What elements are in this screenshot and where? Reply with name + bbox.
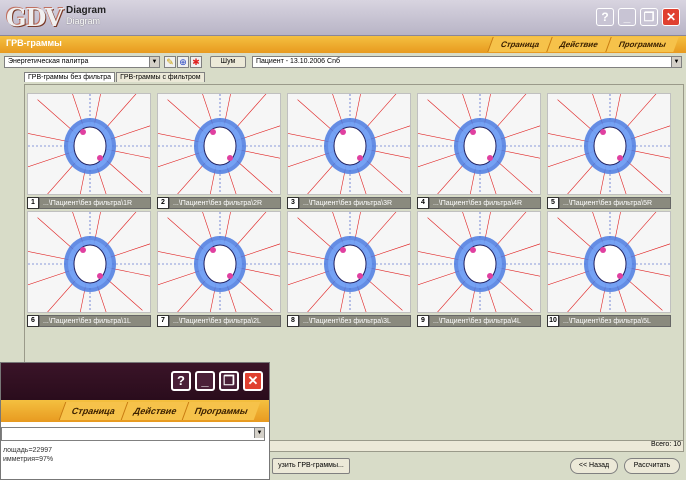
- grv-gram-cell[interactable]: 4 ...\Пациент\без фильтра\4R: [417, 93, 541, 211]
- grv-gram-cell[interactable]: 6 ...\Пациент\без фильтра\1L: [27, 211, 151, 329]
- menu-action[interactable]: Действие: [546, 37, 611, 52]
- grv-gram-cell[interactable]: 2 ...\Пациент\без фильтра\2R: [157, 93, 281, 211]
- grv-gram-image[interactable]: [547, 93, 671, 195]
- total-count: Всего: 10: [650, 441, 681, 448]
- chevron-down-icon[interactable]: ▼: [149, 57, 159, 67]
- cell-path: ...\Пациент\без фильтра\2R: [169, 197, 281, 209]
- grv-gram-image[interactable]: [157, 211, 281, 313]
- cell-number: 1: [27, 197, 39, 209]
- cell-number: 3: [287, 197, 299, 209]
- overlay-menu-action[interactable]: Действие: [120, 402, 189, 420]
- cell-path: ...\Пациент\без фильтра\2L: [169, 315, 281, 327]
- cell-number: 10: [547, 315, 559, 327]
- section-title: ГРВ-граммы: [6, 38, 62, 48]
- overlay-window: ? _ ❐ ✕ Страница Действие Программы ▼ ло…: [0, 362, 270, 480]
- overlay-menu-programs[interactable]: Программы: [182, 402, 261, 420]
- star-icon[interactable]: ✱: [190, 56, 202, 68]
- grv-gram-image[interactable]: [157, 93, 281, 195]
- overlay-help-button[interactable]: ?: [171, 371, 191, 391]
- overlay-select[interactable]: ▼: [1, 427, 265, 441]
- overlay-title-bar: ? _ ❐ ✕: [1, 363, 269, 400]
- palette-value: Энергетическая палитра: [8, 58, 89, 65]
- cell-number: 5: [547, 197, 559, 209]
- menu-page[interactable]: Страница: [487, 37, 553, 52]
- app-name: Diagram: [66, 5, 107, 16]
- overlay-menu-bar: Страница Действие Программы: [1, 400, 269, 422]
- toolbar: Энергетическая палитра ▼ ✎ ⊕ ✱ Шум Пацие…: [4, 56, 682, 69]
- grv-gram-cell[interactable]: 8 ...\Пациент\без фильтра\3L: [287, 211, 411, 329]
- grv-gram-cell[interactable]: 10 ...\Пациент\без фильтра\5L: [547, 211, 671, 329]
- patient-value: Пациент - 13.10.2006 Cnб: [256, 58, 340, 65]
- tab-filtered[interactable]: ГРВ-граммы с фильтром: [116, 72, 205, 82]
- area-readout: лощадь=22997: [3, 447, 52, 454]
- cell-path: ...\Пациент\без фильтра\1R: [39, 197, 151, 209]
- cell-number: 4: [417, 197, 429, 209]
- gdv-logo: GDV: [6, 3, 64, 32]
- cell-number: 2: [157, 197, 169, 209]
- cell-number: 7: [157, 315, 169, 327]
- back-button[interactable]: << Назад: [570, 458, 618, 474]
- grv-gram-image[interactable]: [547, 211, 671, 313]
- grv-gram-image[interactable]: [417, 211, 541, 313]
- cell-path: ...\Пациент\без фильтра\3R: [299, 197, 411, 209]
- calculate-button[interactable]: Рассчитать: [624, 458, 680, 474]
- title-bar: GDV Diagram Diagram ? _ ❐ ✕: [0, 0, 686, 36]
- help-button[interactable]: ?: [596, 8, 614, 26]
- grv-gram-cell[interactable]: 7 ...\Пациент\без фильтра\2L: [157, 211, 281, 329]
- cell-number: 9: [417, 315, 429, 327]
- grv-gram-cell[interactable]: 1 ...\Пациент\без фильтра\1R: [27, 93, 151, 211]
- grv-gram-image[interactable]: [287, 93, 411, 195]
- close-button[interactable]: ✕: [662, 8, 680, 26]
- grv-gram-cell[interactable]: 5 ...\Пациент\без фильтра\5R: [547, 93, 671, 211]
- grv-gram-cell[interactable]: 3 ...\Пациент\без фильтра\3R: [287, 93, 411, 211]
- app-name-reflection: Diagram: [66, 16, 101, 26]
- chevron-down-icon[interactable]: ▼: [671, 57, 681, 67]
- patient-select[interactable]: Пациент - 13.10.2006 Cnб ▼: [252, 56, 682, 68]
- grv-gram-image[interactable]: [27, 211, 151, 313]
- cell-path: ...\Пациент\без фильтра\3L: [299, 315, 411, 327]
- cell-number: 6: [27, 315, 39, 327]
- chevron-down-icon[interactable]: ▼: [254, 428, 264, 438]
- tab-unfiltered[interactable]: ГРВ-граммы без фильтра: [24, 72, 116, 82]
- crosshair-icon[interactable]: ⊕: [177, 56, 189, 68]
- grv-gram-cell[interactable]: 9 ...\Пациент\без фильтра\4L: [417, 211, 541, 329]
- grv-gram-image[interactable]: [417, 93, 541, 195]
- cell-number: 8: [287, 315, 299, 327]
- cell-path: ...\Пациент\без фильтра\5L: [559, 315, 671, 327]
- overlay-minimize-button[interactable]: _: [195, 371, 215, 391]
- load-grv-button[interactable]: узить ГРВ-граммы...: [272, 458, 350, 474]
- minimize-button[interactable]: _: [618, 8, 636, 26]
- grv-gram-image[interactable]: [287, 211, 411, 313]
- symmetry-readout: имметрия=97%: [3, 456, 54, 463]
- overlay-close-button[interactable]: ✕: [243, 371, 263, 391]
- cell-path: ...\Пациент\без фильтра\4L: [429, 315, 541, 327]
- brush-icon[interactable]: ✎: [164, 56, 176, 68]
- cell-path: ...\Пациент\без фильтра\1L: [39, 315, 151, 327]
- overlay-menu-page[interactable]: Страница: [58, 402, 128, 420]
- menu-programs[interactable]: Программы: [605, 37, 679, 52]
- grv-gram-image[interactable]: [27, 93, 151, 195]
- overlay-maximize-button[interactable]: ❐: [219, 371, 239, 391]
- cell-path: ...\Пациент\без фильтра\4R: [429, 197, 541, 209]
- cell-path: ...\Пациент\без фильтра\5R: [559, 197, 671, 209]
- noise-button[interactable]: Шум: [210, 56, 246, 68]
- maximize-button[interactable]: ❐: [640, 8, 658, 26]
- palette-select[interactable]: Энергетическая палитра ▼: [4, 56, 160, 68]
